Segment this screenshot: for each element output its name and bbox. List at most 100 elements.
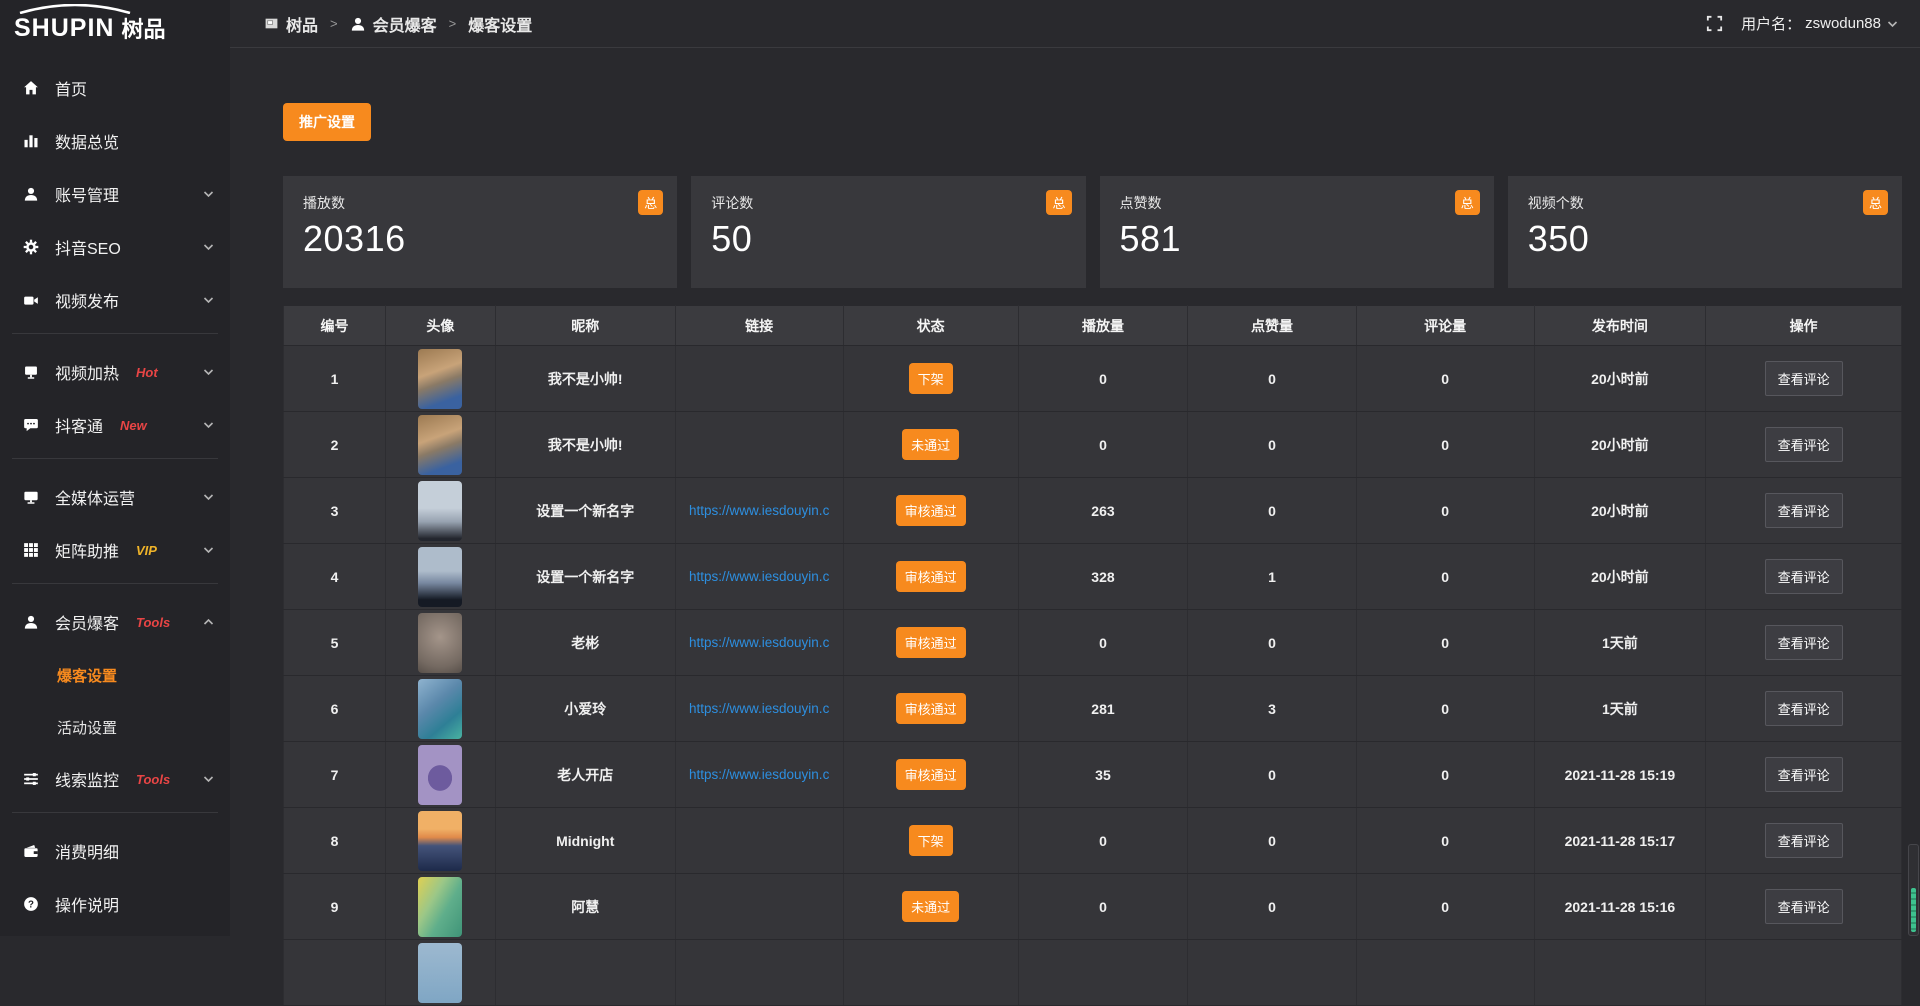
- cell-link: [675, 808, 843, 874]
- sidebar-subitem-爆客设置[interactable]: 爆客设置: [0, 651, 230, 699]
- sidebar-item-label: 视频加热: [55, 360, 119, 384]
- cell-status: 审核通过: [843, 478, 1018, 544]
- column-header-点赞量: 点赞量: [1188, 306, 1356, 346]
- chevron-up-icon: [203, 618, 214, 626]
- sidebar-item-全媒体运营[interactable]: 全媒体运营: [0, 473, 230, 521]
- table-row: 3设置一个新名字https://www.iesdouyin.c审核通过26300…: [284, 478, 1902, 544]
- video-link[interactable]: https://www.iesdouyin.c: [676, 569, 843, 584]
- cell-actions: 查看评论: [1706, 346, 1902, 412]
- cell-avatar: [385, 478, 495, 544]
- sidebar-item-视频发布[interactable]: 视频发布: [0, 276, 230, 324]
- cell-id: [284, 940, 386, 1006]
- sidebar-subitem-活动设置[interactable]: 活动设置: [0, 703, 230, 751]
- cell-plays: 281: [1018, 676, 1188, 742]
- cell-comments: 0: [1356, 808, 1534, 874]
- status-badge: 下架: [909, 363, 953, 394]
- sidebar-item-抖客通[interactable]: 抖客通New: [0, 401, 230, 449]
- sidebar-item-操作说明[interactable]: ?操作说明: [0, 880, 230, 928]
- videos-table: 编号头像昵称链接状态播放量点赞量评论量发布时间操作 1我不是小帅!下架00020…: [283, 305, 1902, 1006]
- table-body: 1我不是小帅!下架00020小时前查看评论2我不是小帅!未通过00020小时前查…: [284, 346, 1902, 1006]
- sidebar-item-消费明细[interactable]: 消费明细: [0, 827, 230, 875]
- cell-publish-time: 20小时前: [1534, 346, 1706, 412]
- user-menu[interactable]: 用户名：zswodun88: [1741, 13, 1898, 34]
- cell-plays: 263: [1018, 478, 1188, 544]
- sidebar-item-账号管理[interactable]: 账号管理: [0, 170, 230, 218]
- username-label: 用户名：: [1741, 13, 1801, 34]
- cell-status: 下架: [843, 808, 1018, 874]
- avatar: [418, 811, 462, 871]
- view-comments-button[interactable]: 查看评论: [1765, 823, 1843, 858]
- cell-avatar: [385, 808, 495, 874]
- cell-nickname: 我不是小帅!: [495, 412, 675, 478]
- view-comments-button[interactable]: 查看评论: [1765, 493, 1843, 528]
- cell-actions: [1706, 940, 1902, 1006]
- cell-plays: 35: [1018, 742, 1188, 808]
- status-badge: 审核通过: [896, 693, 966, 724]
- cell-publish-time: 20小时前: [1534, 412, 1706, 478]
- sidebar-item-label: 数据总览: [55, 129, 119, 153]
- view-comments-button[interactable]: 查看评论: [1765, 625, 1843, 660]
- sidebar-item-会员爆客[interactable]: 会员爆客Tools: [0, 598, 230, 646]
- column-header-状态: 状态: [843, 306, 1018, 346]
- sidebar-item-线索监控[interactable]: 线索监控Tools: [0, 755, 230, 803]
- topbar: 树品>会员爆客>爆客设置 用户名：zswodun88: [230, 0, 1920, 48]
- monitor-icon: [22, 489, 40, 505]
- cell-id: 2: [284, 412, 386, 478]
- cell-avatar: [385, 940, 495, 1006]
- breadcrumb-item[interactable]: 会员爆客: [350, 12, 437, 36]
- cell-likes: 0: [1188, 742, 1356, 808]
- video-icon: [22, 292, 40, 308]
- cell-comments: 0: [1356, 676, 1534, 742]
- cell-likes: 0: [1188, 478, 1356, 544]
- breadcrumb-item[interactable]: 爆客设置: [468, 12, 532, 36]
- breadcrumb-label: 树品: [286, 12, 318, 36]
- sidebar-item-label: 抖音SEO: [55, 235, 121, 259]
- scrollbar[interactable]: [1908, 844, 1919, 936]
- video-link[interactable]: https://www.iesdouyin.c: [676, 767, 843, 782]
- view-comments-button[interactable]: 查看评论: [1765, 427, 1843, 462]
- cell-publish-time: 20小时前: [1534, 478, 1706, 544]
- stats-row: 播放数20316总评论数50总点赞数581总视频个数350总: [283, 176, 1902, 288]
- view-comments-button[interactable]: 查看评论: [1765, 361, 1843, 396]
- sidebar: SHUPIN 树品 首页数据总览账号管理抖音SEO视频发布视频加热Hot抖客通N…: [0, 0, 230, 936]
- breadcrumb-item[interactable]: 树品: [264, 12, 318, 36]
- table-row: 4设置一个新名字https://www.iesdouyin.c审核通过32810…: [284, 544, 1902, 610]
- cell-actions: 查看评论: [1706, 412, 1902, 478]
- sidebar-item-badge: VIP: [136, 543, 157, 558]
- cell-link: [675, 940, 843, 1006]
- sidebar-item-badge: Hot: [136, 365, 158, 380]
- view-comments-button[interactable]: 查看评论: [1765, 559, 1843, 594]
- video-link[interactable]: https://www.iesdouyin.c: [676, 701, 843, 716]
- avatar: [418, 745, 462, 805]
- stat-card-点赞数: 点赞数581总: [1100, 176, 1494, 288]
- view-comments-button[interactable]: 查看评论: [1765, 691, 1843, 726]
- video-link[interactable]: https://www.iesdouyin.c: [676, 503, 843, 518]
- view-comments-button[interactable]: 查看评论: [1765, 889, 1843, 924]
- table-row: 7老人开店https://www.iesdouyin.c审核通过35002021…: [284, 742, 1902, 808]
- cell-status: 未通过: [843, 412, 1018, 478]
- video-link[interactable]: https://www.iesdouyin.c: [676, 635, 843, 650]
- fullscreen-icon[interactable]: [1706, 15, 1723, 32]
- breadcrumb: 树品>会员爆客>爆客设置: [264, 12, 532, 36]
- cell-plays: 0: [1018, 346, 1188, 412]
- sidebar-item-label: 账号管理: [55, 182, 119, 206]
- sliders-icon: [22, 771, 40, 787]
- cell-link: https://www.iesdouyin.c: [675, 544, 843, 610]
- sidebar-item-首页[interactable]: 首页: [0, 64, 230, 112]
- cell-comments: [1356, 940, 1534, 1006]
- view-comments-button[interactable]: 查看评论: [1765, 757, 1843, 792]
- sidebar-item-视频加热[interactable]: 视频加热 Hot: [0, 348, 230, 396]
- scrollbar-thumb[interactable]: [1911, 888, 1916, 932]
- chevron-down-icon: [203, 296, 214, 304]
- cell-id: 8: [284, 808, 386, 874]
- user-icon: [22, 186, 40, 202]
- promo-settings-button[interactable]: 推广设置: [283, 103, 371, 141]
- sidebar-item-抖音SEO[interactable]: 抖音SEO: [0, 223, 230, 271]
- sidebar-item-矩阵助推[interactable]: 矩阵助推VIP: [0, 526, 230, 574]
- sidebar-item-数据总览[interactable]: 数据总览: [0, 117, 230, 165]
- sidebar-item-label: 会员爆客: [55, 610, 119, 634]
- chevron-down-icon: [203, 546, 214, 554]
- cell-comments: 0: [1356, 478, 1534, 544]
- cell-plays: 328: [1018, 544, 1188, 610]
- cell-link: https://www.iesdouyin.c: [675, 676, 843, 742]
